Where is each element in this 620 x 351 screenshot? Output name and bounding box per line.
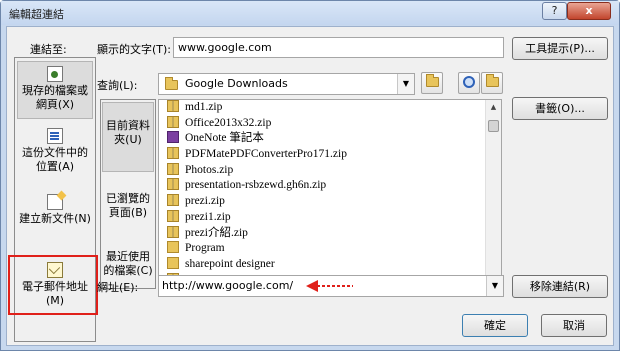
screentip-button[interactable]: 工具提示(P)... xyxy=(512,37,608,60)
file-name: prezi1.zip xyxy=(185,210,231,223)
file-list-item[interactable]: Photos.zip xyxy=(159,162,501,179)
open-folder-icon xyxy=(486,74,499,87)
highlight-box xyxy=(8,255,98,315)
up-folder-button[interactable] xyxy=(421,72,443,94)
zip-icon xyxy=(167,162,179,175)
look-in-value: Google Downloads xyxy=(185,77,288,90)
file-list-item[interactable]: PDFMatePDFConverterPro171.zip xyxy=(159,147,501,163)
browse-web-button[interactable] xyxy=(458,72,480,94)
file-name: Office2013x32.zip xyxy=(185,116,272,129)
red-arrow-icon xyxy=(306,280,353,292)
up-folder-icon xyxy=(426,74,439,87)
close-button[interactable]: x xyxy=(567,2,611,20)
zip-icon xyxy=(167,194,179,207)
window-title: 編輯超連結 xyxy=(9,8,64,21)
display-text-label: 顯示的文字(T): xyxy=(97,43,172,56)
zip-icon xyxy=(167,178,179,191)
file-name: md1.zip xyxy=(185,101,223,113)
bookmark-button[interactable]: 書籤(O)... xyxy=(512,97,608,120)
cancel-button[interactable]: 取消 xyxy=(541,314,607,337)
webpage-icon xyxy=(47,66,63,82)
document-place-icon xyxy=(47,128,63,144)
tab-current-folder[interactable]: 目前資料夾(U) xyxy=(102,102,154,172)
chevron-down-icon[interactable]: ▼ xyxy=(397,74,414,94)
zip-icon xyxy=(167,115,179,128)
zip-icon xyxy=(167,209,179,222)
remove-link-button[interactable]: 移除連結(R) xyxy=(512,275,608,298)
file-list-item[interactable]: prezi1.zip xyxy=(159,209,501,226)
scroll-up-icon[interactable]: ▲ xyxy=(486,100,501,115)
globe-search-icon xyxy=(463,76,475,88)
folder-icon xyxy=(167,241,179,254)
file-name: prezi.zip xyxy=(185,195,225,208)
edit-hyperlink-dialog: 編輯超連結 ? x 連結至: 現存的檔案或網頁(X) 這份文件中的位置(A) 建… xyxy=(0,0,620,351)
tab-browsed-pages[interactable]: 已瀏覽的頁面(B) xyxy=(102,192,154,224)
title-bar: 編輯超連結 ? x xyxy=(1,1,619,25)
address-label: 網址(E): xyxy=(97,281,139,294)
note-icon xyxy=(167,131,179,144)
new-document-icon xyxy=(47,194,63,210)
vertical-scrollbar[interactable]: ▲ ▼ xyxy=(485,100,501,288)
zip-icon xyxy=(167,225,179,238)
ok-button[interactable]: 確定 xyxy=(462,314,528,337)
file-name: PDFMatePDFConverterPro171.zip xyxy=(185,148,347,161)
file-list-item[interactable]: sharepoint designer xyxy=(159,256,501,273)
file-name: sharepoint designer xyxy=(185,257,275,270)
link-to-label: 連結至: xyxy=(30,43,67,56)
file-name: Program xyxy=(185,242,225,255)
file-name: OneNote 筆記本 xyxy=(185,132,264,145)
file-list-item[interactable]: prezi介紹.zip xyxy=(159,225,501,242)
browse-tabs: 目前資料夾(U) 已瀏覽的頁面(B) 最近使用的檔案(C) xyxy=(100,99,156,289)
file-list[interactable]: md1.zip Office2013x32.zip OneNote 筆記本 PDFMa… xyxy=(158,99,502,289)
look-in-dropdown[interactable]: Google Downloads ▼ xyxy=(158,73,415,95)
file-name: Photos.zip xyxy=(185,163,234,176)
file-rows: md1.zip Office2013x32.zip OneNote 筆記本 PDFMa… xyxy=(159,100,501,288)
address-value: http://www.google.com/ xyxy=(162,279,294,292)
folder-icon xyxy=(165,77,178,90)
link-to-new-document-label: 建立新文件(N) xyxy=(19,212,91,225)
file-list-item[interactable]: prezi.zip xyxy=(159,194,501,210)
folder-icon xyxy=(167,256,179,269)
file-name: presentation-rsbzewd.gh6n.zip xyxy=(185,179,327,192)
link-to-existing-file-label: 現存的檔案或網頁(X) xyxy=(22,84,88,111)
file-name: prezi介紹.zip xyxy=(185,226,248,239)
help-button[interactable]: ? xyxy=(542,2,567,20)
link-to-new-document[interactable]: 建立新文件(N) xyxy=(17,194,93,244)
file-list-item[interactable]: md1.zip xyxy=(159,100,501,116)
file-list-item[interactable]: Office2013x32.zip xyxy=(159,115,501,132)
display-text-input[interactable]: www.google.com xyxy=(173,37,504,58)
file-list-item[interactable]: OneNote 筆記本 xyxy=(159,131,501,147)
browse-file-button[interactable] xyxy=(481,72,503,94)
address-chevron-down-icon[interactable]: ▼ xyxy=(486,276,503,296)
zip-icon xyxy=(167,100,179,112)
file-list-item[interactable]: Program xyxy=(159,241,501,257)
look-in-label: 查詢(L): xyxy=(97,79,138,92)
zip-icon xyxy=(167,147,179,160)
file-list-item[interactable]: presentation-rsbzewd.gh6n.zip xyxy=(159,178,501,194)
link-to-existing-file[interactable]: 現存的檔案或網頁(X) xyxy=(17,61,93,119)
scroll-thumb[interactable] xyxy=(488,120,499,132)
dialog-body: 連結至: 現存的檔案或網頁(X) 這份文件中的位置(A) 建立新文件(N) 電子… xyxy=(6,26,614,346)
link-to-place-in-document[interactable]: 這份文件中的位置(A) xyxy=(17,128,93,180)
link-to-place-label: 這份文件中的位置(A) xyxy=(22,146,88,173)
